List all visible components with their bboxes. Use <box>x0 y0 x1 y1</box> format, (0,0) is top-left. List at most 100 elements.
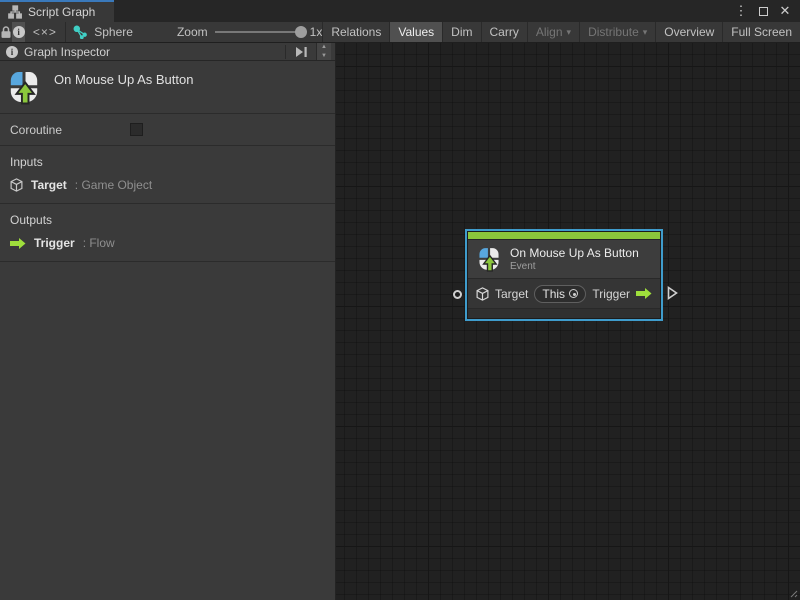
triangle-down-icon: ▼ <box>321 52 327 59</box>
inspector-empty-area <box>0 261 335 600</box>
input-type: : Game Object <box>74 178 153 192</box>
tab-label: Script Graph <box>28 5 96 19</box>
fullscreen-button[interactable]: Full Screen <box>722 22 800 42</box>
values-button[interactable]: Values <box>389 22 443 42</box>
inspector-title: Graph Inspector <box>24 44 111 59</box>
inspector-toggle-button[interactable]: i <box>12 22 25 42</box>
lock-icon <box>1 26 11 38</box>
tab-script-graph[interactable]: Script Graph <box>0 0 114 22</box>
dim-label: Dim <box>451 25 473 39</box>
chevron-down-icon: ▾ <box>566 26 572 37</box>
scroll-down-button[interactable]: ▼ <box>317 52 331 61</box>
input-name: Target <box>31 178 67 192</box>
dim-button[interactable]: Dim <box>442 22 480 42</box>
node-titles: On Mouse Up As Button Event <box>510 246 639 272</box>
header-separator <box>285 44 286 59</box>
code-view-button[interactable]: <×> <box>25 22 65 42</box>
relations-button[interactable]: Relations <box>322 22 389 42</box>
output-connection-port[interactable] <box>667 286 678 300</box>
resize-grip[interactable] <box>789 589 798 598</box>
titlebar: Script Graph ⋮ ✕ <box>0 0 800 22</box>
target-value-text: This <box>542 286 566 301</box>
node-on-mouse-up-as-button[interactable]: On Mouse Up As Button Event Target This … <box>453 229 678 321</box>
input-connection-port[interactable] <box>453 290 462 299</box>
inputs-header: Inputs <box>10 155 43 169</box>
overview-label: Overview <box>664 25 715 39</box>
dock-panel-button[interactable] <box>292 46 310 58</box>
relations-label: Relations <box>331 25 382 39</box>
graph-network-icon <box>73 25 88 39</box>
fullscreen-label: Full Screen <box>731 25 792 39</box>
maximize-button[interactable] <box>754 2 772 20</box>
zoom-control: Zoom 1x <box>177 22 322 42</box>
mouse-up-icon <box>10 72 38 105</box>
node-footer <box>468 308 660 318</box>
code-icon: <×> <box>32 25 57 39</box>
node-header[interactable]: On Mouse Up As Button Event <box>468 240 660 278</box>
output-name: Trigger <box>34 236 75 250</box>
inspected-node-summary: On Mouse Up As Button <box>0 61 335 113</box>
dock-right-icon <box>295 46 307 57</box>
content-area: i Graph Inspector ▲ ▼ On Mouse Up As But… <box>0 43 800 600</box>
graph-canvas[interactable]: On Mouse Up As Button Event Target This … <box>336 43 800 600</box>
node-subtitle: Event <box>510 261 536 272</box>
graph-reference-button[interactable]: Sphere <box>65 22 141 42</box>
output-port-definition: Trigger : Flow <box>10 236 325 250</box>
node-title: On Mouse Up As Button <box>510 246 639 260</box>
window-menu-button[interactable]: ⋮ <box>732 2 750 20</box>
close-button[interactable]: ✕ <box>776 2 794 20</box>
align-label: Align <box>535 25 563 39</box>
overview-button[interactable]: Overview <box>655 22 722 42</box>
coroutine-row: Coroutine <box>0 113 335 145</box>
chevron-down-icon: ▾ <box>642 26 648 37</box>
zoom-slider-thumb[interactable] <box>294 26 307 38</box>
toolbar: i <×> Sphere Zoom 1x Relations Values Di… <box>0 22 800 43</box>
flow-arrow-icon <box>10 237 26 249</box>
graph-hierarchy-icon <box>8 5 22 19</box>
output-type: : Flow <box>82 236 115 250</box>
scroll-up-button[interactable]: ▲ <box>317 43 331 52</box>
outputs-header: Outputs <box>10 213 53 227</box>
zoom-label: Zoom <box>176 25 208 39</box>
graph-inspector-panel: i Graph Inspector ▲ ▼ On Mouse Up As But… <box>0 43 336 600</box>
flow-arrow-icon <box>636 288 652 299</box>
output-port-group: Trigger <box>592 287 652 301</box>
info-icon: i <box>6 45 18 58</box>
values-label: Values <box>398 25 435 39</box>
input-port-group: Target This <box>476 284 587 303</box>
node-ports-row: Target This Trigger <box>468 278 660 308</box>
cube-icon <box>476 286 489 301</box>
triangle-up-icon: ▲ <box>321 44 327 51</box>
inputs-section: Inputs Target : Game Object <box>0 145 335 203</box>
zoom-slider[interactable] <box>214 26 307 38</box>
maximize-icon <box>758 6 768 16</box>
unity-script-graph-window: Script Graph ⋮ ✕ i <×> Sphere Zoom 1x Re… <box>0 0 800 600</box>
titlebar-spacer <box>114 0 732 22</box>
object-picker-icon <box>569 289 579 298</box>
graph-name-label: Sphere <box>94 25 133 39</box>
mouse-up-icon <box>479 248 499 272</box>
target-value-chip[interactable]: This <box>534 284 587 303</box>
zoom-value: 1x <box>309 25 323 39</box>
lock-button[interactable] <box>0 22 12 42</box>
info-icon: i <box>12 26 25 38</box>
input-port-label: Target <box>495 286 529 301</box>
inspector-header: i Graph Inspector ▲ ▼ <box>0 43 335 61</box>
distribute-label: Distribute <box>588 25 639 39</box>
inspected-node-title: On Mouse Up As Button <box>54 72 194 87</box>
cube-icon <box>10 178 23 192</box>
window-controls: ⋮ ✕ <box>732 0 800 22</box>
scroll-spinner: ▲ ▼ <box>316 43 331 60</box>
output-port-label: Trigger <box>592 286 630 301</box>
input-port-definition: Target : Game Object <box>10 178 325 192</box>
coroutine-label: Coroutine <box>10 122 63 137</box>
distribute-dropdown[interactable]: Distribute ▾ <box>579 22 655 42</box>
outputs-section: Outputs Trigger : Flow <box>0 203 335 261</box>
coroutine-checkbox[interactable] <box>130 123 143 136</box>
carry-button[interactable]: Carry <box>480 22 527 42</box>
node-accent-bar <box>468 232 660 240</box>
align-dropdown[interactable]: Align ▾ <box>526 22 579 42</box>
close-icon: ✕ <box>779 3 791 18</box>
toolbar-right-group: Relations Values Dim Carry Align ▾ Distr… <box>322 22 800 42</box>
carry-label: Carry <box>489 25 519 39</box>
